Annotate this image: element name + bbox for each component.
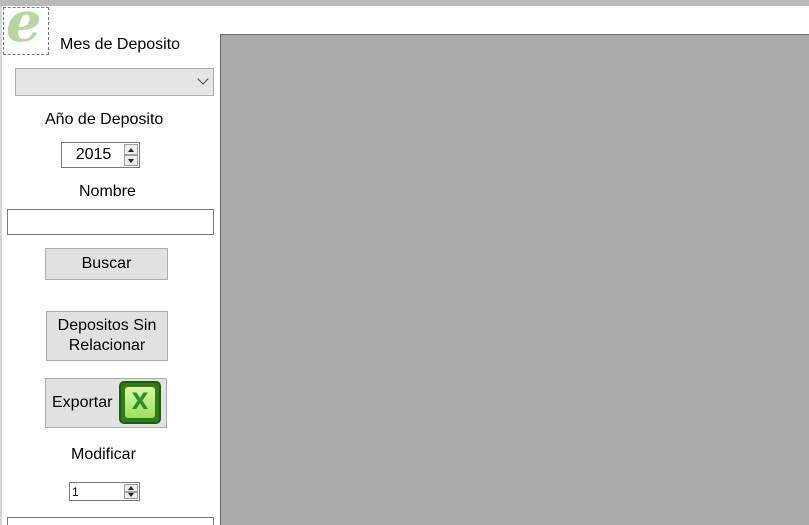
arrow-down-icon [128,158,134,163]
export-button-label: Exportar [52,394,113,411]
unrelated-deposits-label-line2: Relacionar [68,337,146,354]
arrow-down-icon [128,493,134,498]
chevron-down-icon [197,73,209,85]
window-top-bar [0,0,809,6]
app-logo[interactable]: e [3,7,49,55]
year-spinner[interactable]: 2015 [61,142,140,168]
modify-label: Modificar [71,446,136,463]
year-spinner-value: 2015 [75,146,112,163]
modify-spinner[interactable]: 1 [69,482,140,501]
modify-spinner-value: 1 [72,484,79,499]
year-spinner-up-button[interactable] [124,144,138,155]
unrelated-deposits-button[interactable]: Depositos Sin Relacionar [46,311,168,361]
name-label: Nombre [79,183,136,200]
bottom-input[interactable] [7,517,214,525]
month-select[interactable] [15,68,214,96]
year-spinner-down-button[interactable] [124,155,138,166]
arrow-up-icon [128,147,134,152]
excel-icon: X [119,381,161,424]
unrelated-deposits-label-line1: Depositos Sin [57,317,157,334]
search-button[interactable]: Buscar [45,248,168,280]
year-label: Año de Deposito [45,111,164,128]
month-label: Mes de Deposito [60,36,181,53]
arrow-up-icon [128,485,134,490]
logo-e-icon: e [6,7,42,55]
name-input[interactable] [7,209,214,235]
window-left-border [0,6,2,525]
modify-spinner-up-button[interactable] [124,484,138,492]
results-panel[interactable] [220,34,809,525]
modify-spinner-down-button[interactable] [124,491,138,499]
